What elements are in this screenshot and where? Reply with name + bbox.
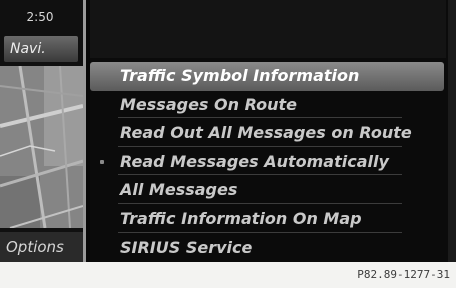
options-button[interactable]: Options: [0, 232, 83, 262]
map-preview[interactable]: [0, 66, 83, 228]
menu-item-label: Traffic Symbol Information: [120, 66, 360, 85]
menu-item-traffic-information-on-map[interactable]: Traffic Information On Map: [90, 205, 456, 234]
navi-tab-label: Navi: [10, 41, 42, 57]
divider: [118, 117, 402, 119]
clock: 2:50: [26, 10, 54, 24]
menu-item-label: SIRIUS Service: [120, 237, 253, 257]
menu-item-traffic-symbol-information[interactable]: Traffic Symbol Information: [90, 62, 444, 91]
left-sidebar: 2:50 Navi. Options: [0, 0, 86, 262]
panel-header: [90, 0, 446, 58]
traffic-menu: Traffic Symbol Information Messages On R…: [90, 62, 456, 262]
divider: [118, 231, 402, 233]
menu-item-read-out-all-messages[interactable]: Read Out All Messages on Route: [90, 119, 456, 148]
menu-panel: Traffic Symbol Information Messages On R…: [90, 0, 456, 262]
divider: [118, 174, 402, 176]
divider: [118, 202, 402, 204]
navi-dot-icon: .: [41, 41, 46, 57]
menu-item-label: Messages On Route: [120, 94, 297, 114]
menu-item-label: Traffic Information On Map: [120, 208, 362, 228]
scrollbar[interactable]: [448, 0, 456, 262]
menu-item-label: All Messages: [120, 180, 238, 200]
menu-item-sirius-service[interactable]: SIRIUS Service: [90, 234, 456, 262]
figure-reference-code: P82.89-1277-31: [357, 268, 450, 281]
navi-tab[interactable]: Navi.: [4, 36, 78, 62]
menu-item-label: Read Out All Messages on Route: [120, 123, 412, 143]
display-screen: 2:50 Navi. Options Traffic Symbol Inform…: [0, 0, 456, 262]
menu-item-messages-on-route[interactable]: Messages On Route: [90, 91, 456, 120]
checkbox-icon: [100, 159, 104, 164]
menu-item-read-messages-automatically[interactable]: Read Messages Automatically: [90, 148, 456, 177]
menu-item-label: Read Messages Automatically: [120, 151, 389, 171]
menu-item-all-messages[interactable]: All Messages: [90, 176, 456, 205]
divider: [118, 145, 402, 147]
map-roads-icon: [0, 66, 83, 228]
